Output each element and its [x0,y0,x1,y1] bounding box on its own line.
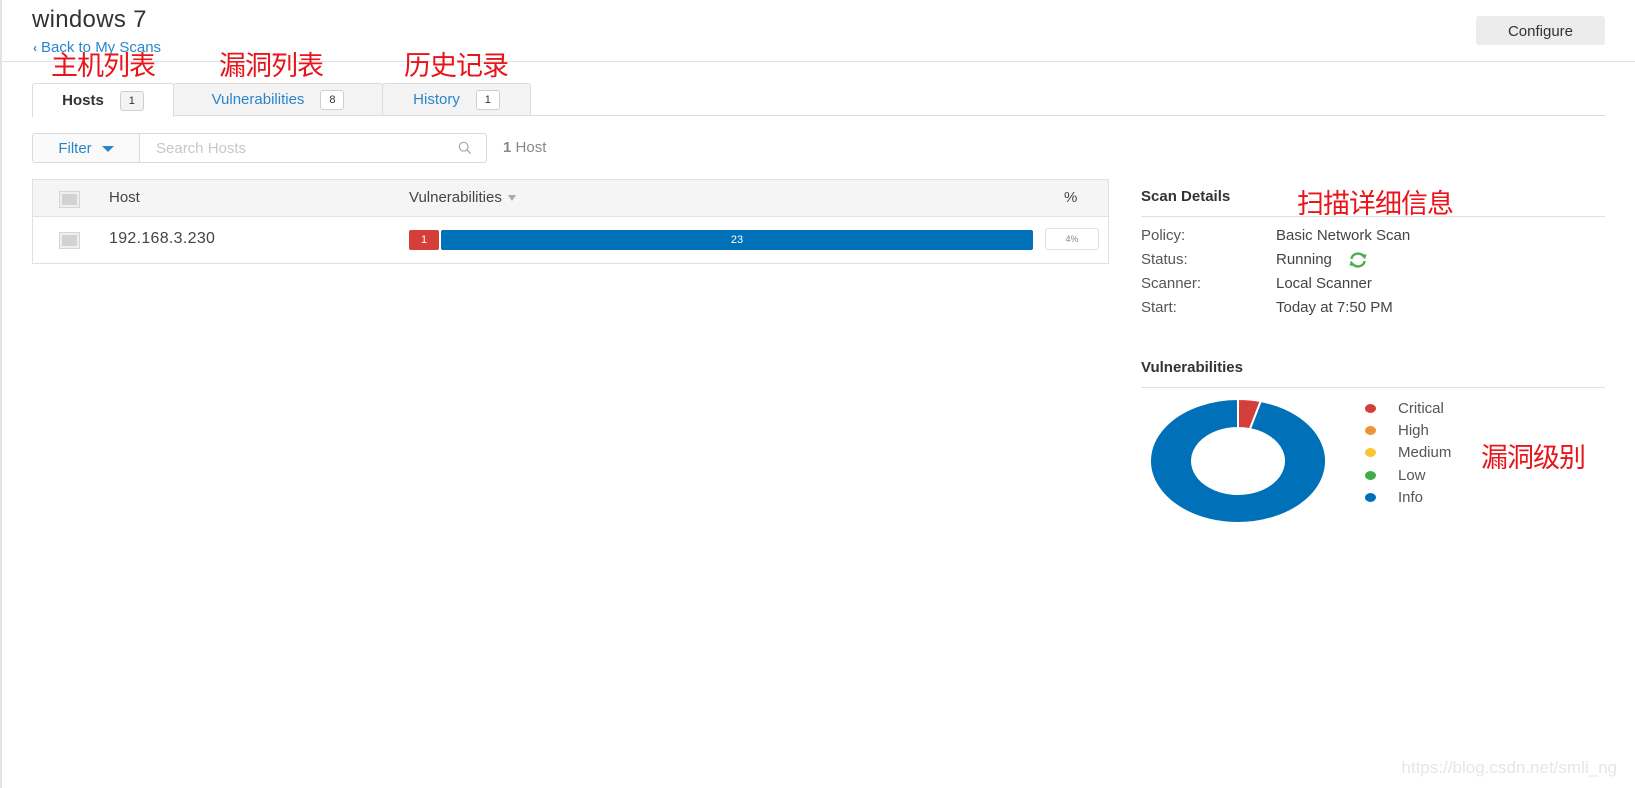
legend-label-critical: Critical [1398,400,1444,417]
legend-label-info: Info [1398,489,1424,506]
legend-label-high: High [1398,422,1429,439]
scan-details-divider [1141,216,1605,217]
start-value: Today at 7:50 PM [1276,299,1393,316]
scanner-label: Scanner: [1141,275,1202,292]
vulnerabilities-panel-divider [1141,387,1605,388]
annotation-vulnerabilities: 漏洞列表 [219,51,324,82]
status-label: Status: [1141,251,1188,268]
severity-segment-info[interactable]: 23 [441,230,1033,250]
policy-label: Policy: [1141,227,1186,244]
severity-segment-critical[interactable]: 1 [409,230,439,250]
tab-vulnerabilities[interactable]: Vulnerabilities 8 [173,83,383,115]
annotation-severity: 漏洞级别 [1481,443,1586,474]
row-checkbox[interactable] [59,232,80,249]
tab-vulnerabilities-label: Vulnerabilities [211,91,305,108]
scan-details-title: Scan Details [1141,188,1231,205]
legend-dot-info [1365,493,1376,502]
host-ip[interactable]: 192.168.3.230 [109,230,215,248]
watermark: https://blog.csdn.net/smli_ng [1401,758,1617,777]
configure-button[interactable]: Configure [1476,16,1605,45]
scanner-value: Local Scanner [1276,275,1372,292]
vulnerability-donut-chart [1149,398,1327,524]
tab-history[interactable]: History 1 [382,83,531,115]
donut-slice-info[interactable] [1149,398,1327,524]
column-header-host[interactable]: Host [109,189,140,206]
vulnerability-severity-bar[interactable]: 1 23 [409,230,1033,250]
tab-vulnerabilities-count: 8 [320,89,345,110]
select-all-checkbox[interactable] [59,191,80,208]
legend-item-low[interactable]: Low [1365,467,1426,484]
annotation-hosts: 主机列表 [51,51,156,82]
status-value-group: Running [1276,251,1368,268]
tab-hosts-label: Hosts [62,92,104,109]
page-title: windows 7 [32,6,147,33]
legend-item-high[interactable]: High [1365,422,1429,439]
table-row[interactable]: 192.168.3.230 1 23 4% [33,217,1108,263]
tab-hosts[interactable]: Hosts 1 [32,83,174,117]
legend-dot-medium [1365,448,1376,457]
host-count-label: Host [515,139,547,156]
refresh-icon [1349,251,1367,268]
start-label: Start: [1141,299,1177,316]
tab-history-label: History [413,91,460,108]
chevron-left-icon: ‹ [33,41,37,55]
policy-value: Basic Network Scan [1276,227,1411,244]
annotation-history: 历史记录 [404,51,509,82]
caret-down-icon [101,146,114,152]
legend-item-info[interactable]: Info [1365,489,1423,506]
host-count: 1 Host [503,139,546,156]
legend-dot-critical [1365,404,1376,413]
sort-desc-icon [507,195,516,202]
host-percent: 4% [1045,228,1099,250]
tab-hosts-count: 1 [119,90,144,111]
legend-label-low: Low [1398,467,1426,484]
status-value: Running [1276,251,1332,268]
search-icon[interactable] [458,141,472,155]
tab-history-count: 1 [475,89,500,110]
host-count-number: 1 [503,139,512,156]
column-header-vulnerabilities-label: Vulnerabilities [409,189,502,206]
vulnerabilities-panel-title: Vulnerabilities [1141,359,1243,376]
filter-dropdown[interactable]: Filter [32,133,140,163]
hosts-table: Host Vulnerabilities % 192.168.3.230 1 23… [32,179,1109,264]
search-hosts-input[interactable] [140,134,456,162]
search-hosts-box [139,133,487,163]
legend-label-medium: Medium [1398,444,1452,461]
table-header: Host Vulnerabilities % [33,180,1108,217]
column-header-percent[interactable]: % [1064,189,1077,206]
legend-item-critical[interactable]: Critical [1365,400,1444,417]
page-left-border [0,0,2,788]
column-header-vulnerabilities[interactable]: Vulnerabilities [409,189,516,206]
tab-bar: Hosts 1 Vulnerabilities 8 History 1 [32,83,531,117]
legend-item-medium[interactable]: Medium [1365,444,1451,461]
filter-label: Filter [58,139,92,157]
legend-dot-low [1365,471,1376,480]
legend-dot-high [1365,426,1376,435]
